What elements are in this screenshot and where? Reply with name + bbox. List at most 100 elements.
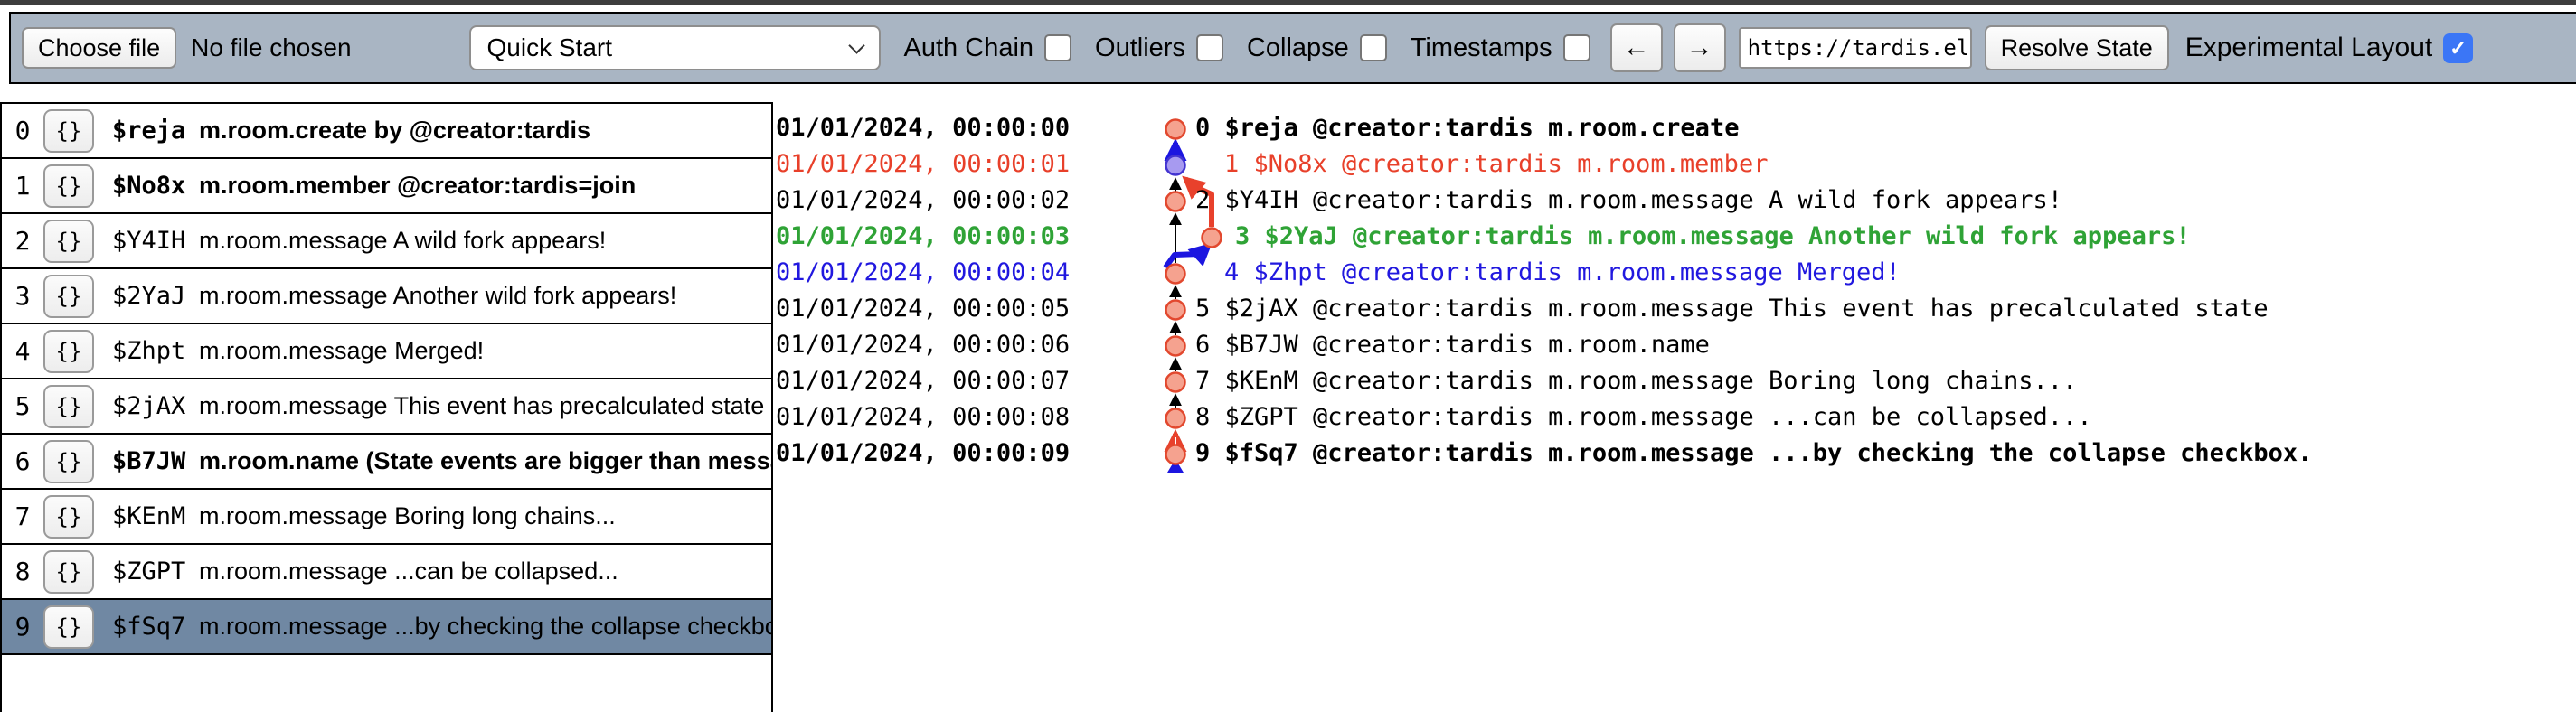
json-button[interactable]: {} xyxy=(43,495,94,539)
json-button[interactable]: {} xyxy=(43,275,94,318)
outliers-checkbox[interactable] xyxy=(1196,34,1223,61)
experimental-layout-label: Experimental Layout xyxy=(2185,33,2433,63)
auth-chain-checkbox[interactable] xyxy=(1044,34,1071,61)
timeline-timestamp: 01/01/2024, 00:00:03 xyxy=(776,222,1070,250)
dag-node[interactable] xyxy=(1166,373,1185,392)
timeline-timestamp: 01/01/2024, 00:00:08 xyxy=(776,403,1070,431)
timestamps-label: Timestamps xyxy=(1411,33,1552,63)
dag-node[interactable] xyxy=(1203,229,1222,248)
collapse-checkbox[interactable] xyxy=(1360,34,1387,61)
event-list-row[interactable]: 6 {} $B7JW m.room.name (State events are… xyxy=(2,435,771,490)
file-status-text: No file chosen xyxy=(191,33,351,62)
timeline-timestamp: 01/01/2024, 00:00:09 xyxy=(776,439,1070,467)
event-description: m.room.message ...by checking the collap… xyxy=(199,613,771,641)
json-button[interactable]: {} xyxy=(43,164,94,208)
event-id: $Zhpt xyxy=(112,337,199,365)
dag-start-marker xyxy=(1167,459,1184,473)
event-list-row[interactable]: 0 {} $reja m.room.create by @creator:tar… xyxy=(2,104,771,159)
toolbar: Choose file No file chosen Quick Start A… xyxy=(9,12,2576,84)
event-id: $fSq7 xyxy=(112,613,199,641)
top-strip xyxy=(0,0,2576,5)
json-button[interactable]: {} xyxy=(43,385,94,428)
row-index: 6 xyxy=(2,446,43,476)
timeline-timestamp: 01/01/2024, 00:00:00 xyxy=(776,114,1070,142)
event-description: m.room.message This event has precalcula… xyxy=(199,392,764,420)
event-description: m.room.message A wild fork appears! xyxy=(199,227,606,255)
event-id: $reja xyxy=(112,117,199,145)
dag-node[interactable] xyxy=(1166,409,1185,428)
row-index: 9 xyxy=(2,612,43,642)
dag-node[interactable] xyxy=(1166,156,1185,175)
dag-node[interactable] xyxy=(1166,301,1185,320)
event-list-row[interactable]: 4 {} $Zhpt m.room.message Merged! xyxy=(2,324,771,379)
choose-file-button[interactable]: Choose file xyxy=(22,27,176,69)
event-id: $ZGPT xyxy=(112,557,199,586)
event-list: 0 {} $reja m.room.create by @creator:tar… xyxy=(0,102,773,712)
row-index: 2 xyxy=(2,226,43,256)
edge-4-3 xyxy=(1165,246,1209,267)
timeline-event-label[interactable]: 7 $KEnM @creator:tardis m.room.message B… xyxy=(1195,367,2077,395)
outliers-label: Outliers xyxy=(1095,33,1185,63)
event-list-row[interactable]: 2 {} $Y4IH m.room.message A wild fork ap… xyxy=(2,214,771,269)
dag-node[interactable] xyxy=(1166,337,1185,356)
step-forward-button[interactable]: → xyxy=(1674,23,1726,72)
timeline-event-label[interactable]: 2 $Y4IH @creator:tardis m.room.message A… xyxy=(1195,186,2062,214)
event-list-row[interactable]: 3 {} $2YaJ m.room.message Another wild f… xyxy=(2,269,771,324)
event-id: $2jAX xyxy=(112,392,199,420)
event-id: $KEnM xyxy=(112,502,199,530)
event-description: m.room.message Merged! xyxy=(199,337,484,365)
experimental-layout-checkbox[interactable]: ✓ xyxy=(2443,33,2473,63)
timeline-event-label[interactable]: 0 $reja @creator:tardis m.room.create xyxy=(1195,114,1739,142)
json-button[interactable]: {} xyxy=(43,109,94,153)
json-button[interactable]: {} xyxy=(43,605,94,649)
preset-select-value: Quick Start xyxy=(487,33,612,62)
timeline-event-label[interactable]: 3 $2YaJ @creator:tardis m.room.message A… xyxy=(1235,222,2191,250)
event-id: $Y4IH xyxy=(112,227,199,255)
event-list-row[interactable]: 9 {} $fSq7 m.room.message ...by checking… xyxy=(2,600,771,655)
dag-node[interactable] xyxy=(1166,445,1185,464)
preset-select[interactable]: Quick Start xyxy=(469,25,881,70)
event-list-row[interactable]: 1 {} $No8x m.room.member @creator:tardis… xyxy=(2,159,771,214)
row-index: 3 xyxy=(2,281,43,311)
timeline-timestamp: 01/01/2024, 00:00:05 xyxy=(776,295,1070,323)
step-back-button[interactable]: ← xyxy=(1610,23,1663,72)
timeline-event-label[interactable]: 1 $No8x @creator:tardis m.room.member xyxy=(1224,150,1768,178)
event-list-row[interactable]: 5 {} $2jAX m.room.message This event has… xyxy=(2,379,771,435)
json-button[interactable]: {} xyxy=(43,440,94,483)
resolver-url-input[interactable]: https://tardis.element.dev xyxy=(1739,27,1972,69)
event-description: m.room.message Boring long chains... xyxy=(199,502,616,530)
auth-chain-label: Auth Chain xyxy=(904,33,1034,63)
event-description: m.room.create by @creator:tardis xyxy=(199,117,590,145)
row-index: 5 xyxy=(2,391,43,421)
dag-node[interactable] xyxy=(1166,265,1185,284)
event-description: m.room.message ...can be collapsed... xyxy=(199,557,618,586)
event-description: m.room.message Another wild fork appears… xyxy=(199,282,676,310)
timeline-event-label[interactable]: 6 $B7JW @creator:tardis m.room.name xyxy=(1195,331,1710,359)
checkmark-icon: ✓ xyxy=(2449,36,2467,61)
timeline-timestamp: 01/01/2024, 00:00:07 xyxy=(776,367,1070,395)
collapse-label: Collapse xyxy=(1247,33,1349,63)
timestamps-checkbox[interactable] xyxy=(1563,34,1590,61)
event-list-row[interactable]: 7 {} $KEnM m.room.message Boring long ch… xyxy=(2,490,771,545)
dag-node[interactable] xyxy=(1166,192,1185,211)
json-button[interactable]: {} xyxy=(43,550,94,594)
timeline-event-label[interactable]: 5 $2jAX @creator:tardis m.room.message T… xyxy=(1195,295,2269,323)
timeline-timestamp: 01/01/2024, 00:00:02 xyxy=(776,186,1070,214)
timeline-event-label[interactable]: 8 $ZGPT @creator:tardis m.room.message .… xyxy=(1195,403,2092,431)
timeline-timestamp: 01/01/2024, 00:00:04 xyxy=(776,258,1070,286)
json-button[interactable]: {} xyxy=(43,220,94,263)
resolve-state-button[interactable]: Resolve State xyxy=(1985,25,2169,70)
event-id: $B7JW xyxy=(112,447,199,475)
row-index: 4 xyxy=(2,336,43,366)
row-index: 1 xyxy=(2,171,43,201)
timeline-timestamp: 01/01/2024, 00:00:06 xyxy=(776,331,1070,359)
timeline-timestamp: 01/01/2024, 00:00:01 xyxy=(776,150,1070,178)
app-root: Choose file No file chosen Quick Start A… xyxy=(0,0,2576,712)
timeline-event-label[interactable]: 9 $fSq7 @creator:tardis m.room.message .… xyxy=(1195,439,2312,467)
event-id: $2YaJ xyxy=(112,282,199,310)
timeline-event-label[interactable]: 4 $Zhpt @creator:tardis m.room.message M… xyxy=(1224,258,1901,286)
dag-node[interactable] xyxy=(1166,120,1185,139)
event-list-row[interactable]: 8 {} $ZGPT m.room.message ...can be coll… xyxy=(2,545,771,600)
row-index: 0 xyxy=(2,116,43,145)
json-button[interactable]: {} xyxy=(43,330,94,373)
